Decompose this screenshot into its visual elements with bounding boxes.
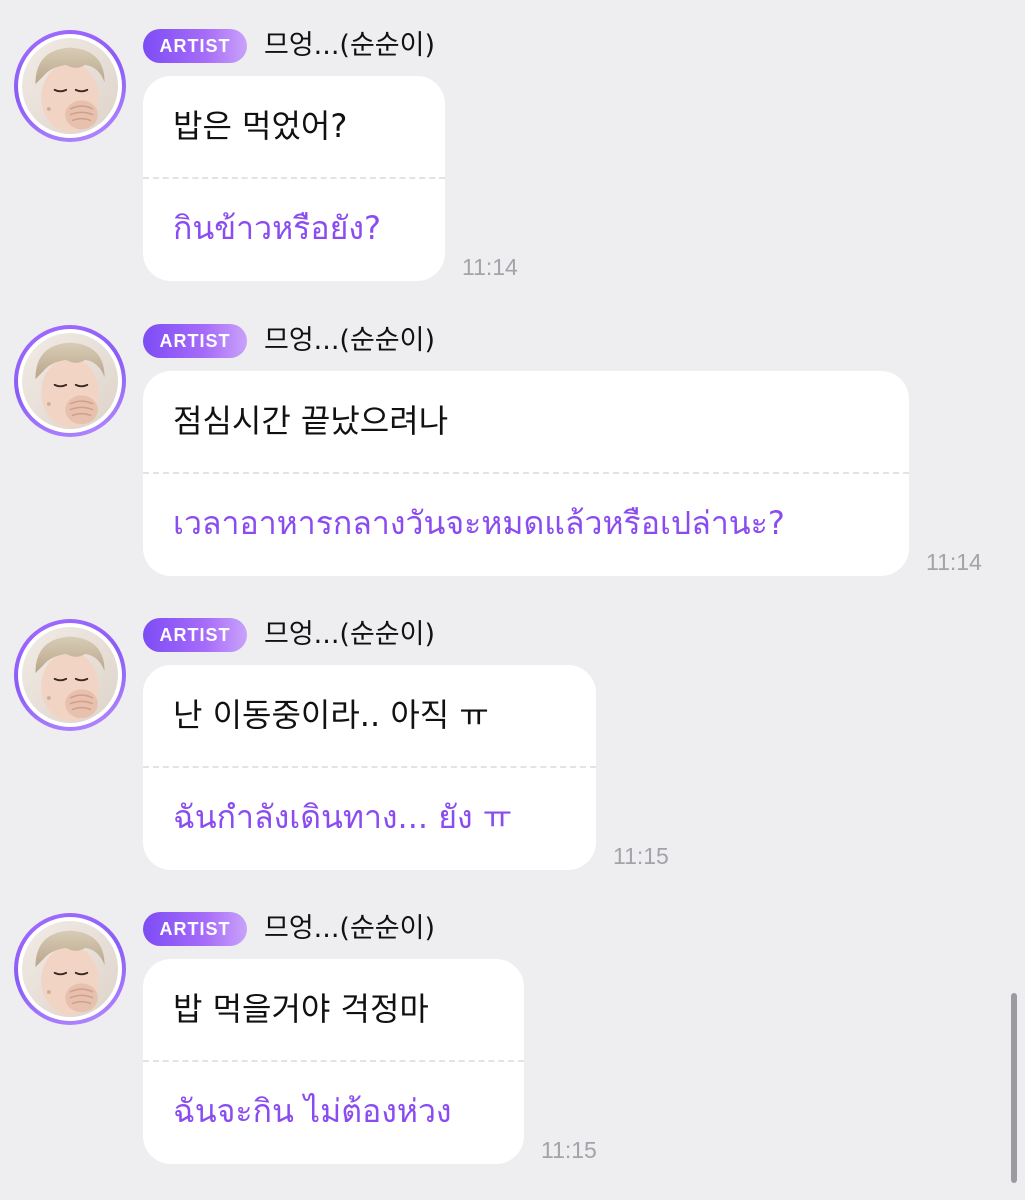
profile-photo-icon	[22, 38, 118, 134]
message-bubble[interactable]: 점심시간 끝났으려나 เวลาอาหารกลางวันจะหมดแล้วหรือ…	[143, 371, 909, 576]
avatar-frame	[18, 34, 122, 138]
message-bubble[interactable]: 밥 먹을거야 걱정마 ฉันจะกิน ไม่ต้องห่วง	[143, 959, 524, 1164]
profile-photo-icon	[22, 627, 118, 723]
chat-message: ARTIST 므엉...(순순이) 밥은 먹었어? กินข้าวหรือยัง…	[0, 0, 1025, 281]
message-text-korean: 밥 먹을거야 걱정마	[173, 990, 429, 1028]
translation-divider	[143, 472, 909, 474]
avatar-frame	[18, 329, 122, 433]
artist-avatar[interactable]	[14, 30, 126, 142]
message-bubble[interactable]: 밥은 먹었어? กินข้าวหรือยัง?	[143, 76, 445, 281]
artist-avatar[interactable]	[14, 619, 126, 731]
sender-name: 므엉...(순순이)	[264, 619, 436, 650]
translation-divider	[143, 1060, 524, 1062]
message-translation-thai: เวลาอาหารกลางวันจะหมดแล้วหรือเปล่านะ?	[173, 504, 785, 542]
avatar-frame	[18, 623, 122, 727]
message-text-korean: 난 이동중이라.. 아직 ㅠ	[173, 696, 489, 734]
message-bubble[interactable]: 난 이동중이라.. 아직 ㅠ ฉันกำลังเดินทาง... ยัง ㅠ	[143, 665, 596, 870]
sender-name: 므엉...(순순이)	[264, 913, 436, 944]
message-translation-thai: ฉันจะกิน ไม่ต้องห่วง	[173, 1092, 452, 1130]
artist-avatar[interactable]	[14, 325, 126, 437]
scrollbar[interactable]	[1011, 993, 1017, 1183]
message-translation-thai: ฉันกำลังเดินทาง... ยัง ㅠ	[173, 798, 513, 836]
sender-name: 므엉...(순순이)	[264, 325, 436, 356]
translation-divider	[143, 177, 445, 179]
chat-message: ARTIST 므엉...(순순이) 점심시간 끝났으려나 เวลาอาหารกล…	[0, 295, 1025, 576]
message-text-korean: 밥은 먹었어?	[173, 107, 348, 145]
sender-name: 므엉...(순순이)	[264, 30, 436, 61]
artist-badge: ARTIST	[143, 912, 247, 946]
chat-message: ARTIST 므엉...(순순이) 밥 먹을거야 걱정마 ฉันจะกิน ไม…	[0, 883, 1025, 1164]
translation-divider	[143, 766, 596, 768]
message-timestamp: 11:15	[613, 843, 669, 869]
avatar-frame	[18, 917, 122, 1021]
artist-avatar[interactable]	[14, 913, 126, 1025]
chat-message: ARTIST 므엉...(순순이) 난 이동중이라.. 아직 ㅠ ฉันกำลั…	[0, 589, 1025, 870]
message-timestamp: 11:14	[462, 254, 518, 280]
message-translation-thai: กินข้าวหรือยัง?	[173, 209, 381, 247]
artist-badge: ARTIST	[143, 324, 247, 358]
artist-badge: ARTIST	[143, 29, 247, 63]
message-timestamp: 11:15	[541, 1137, 597, 1163]
profile-photo-icon	[22, 333, 118, 429]
message-text-korean: 점심시간 끝났으려나	[173, 402, 449, 440]
profile-photo-icon	[22, 921, 118, 1017]
message-timestamp: 11:14	[926, 549, 982, 575]
artist-badge: ARTIST	[143, 618, 247, 652]
